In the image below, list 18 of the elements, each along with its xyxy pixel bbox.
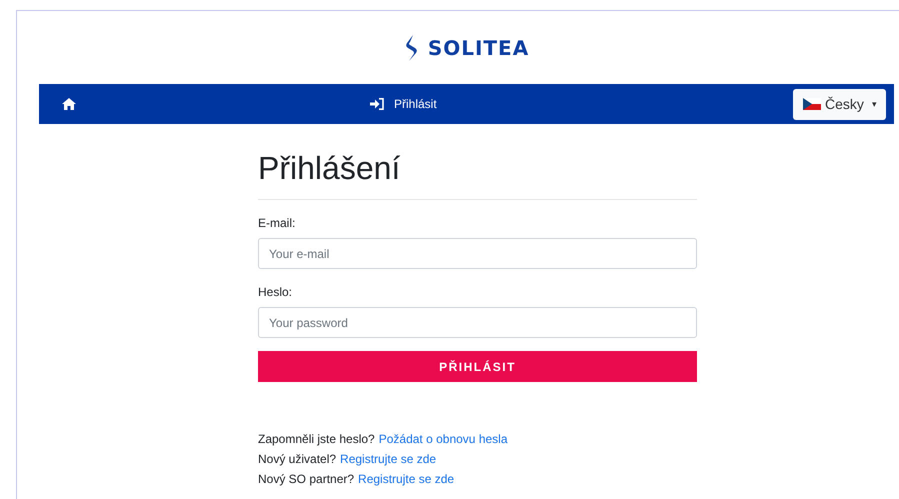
- help-link[interactable]: Registrujte se zde: [358, 469, 454, 489]
- help-link[interactable]: Požádat o obnovu hesla: [378, 429, 508, 449]
- email-field[interactable]: Your e-mail: [258, 238, 697, 269]
- help-text: Nový uživatel?: [258, 451, 336, 468]
- field-label: Heslo:: [258, 285, 292, 299]
- help-link[interactable]: Registrujte se zde: [340, 449, 436, 469]
- language-dropdown[interactable]: Česky ▾: [793, 88, 886, 120]
- logo-text: SOLITEA: [428, 36, 530, 60]
- login-button[interactable]: PŘIHLÁSIT: [258, 351, 697, 382]
- sign-in-icon: [370, 98, 384, 110]
- page-title: Přihlášení: [258, 150, 400, 186]
- password-field[interactable]: Your password: [258, 307, 697, 338]
- home-icon[interactable]: [62, 98, 76, 110]
- login-link[interactable]: Přihlásit: [370, 97, 437, 111]
- field-label: E-mail:: [258, 216, 296, 230]
- flag-icon: [803, 98, 821, 110]
- help-text: Zapomněli jste heslo?: [258, 431, 375, 448]
- help-text: Nový SO partner?: [258, 471, 354, 488]
